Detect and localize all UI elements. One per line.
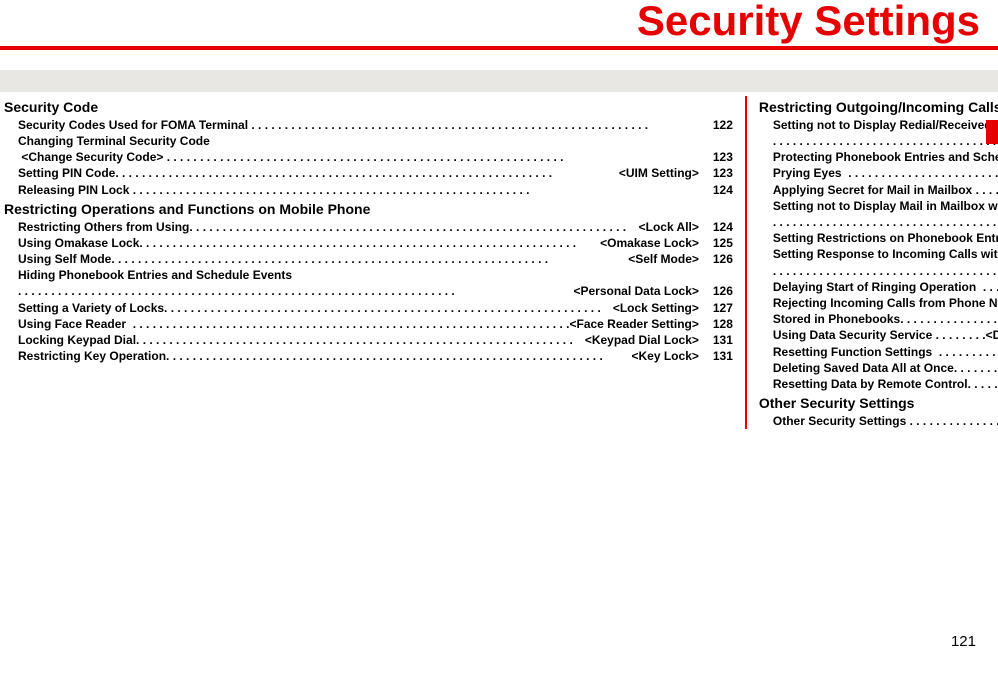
toc-entry-text: . . . . . . . . . . . . . . . . . . . . … bbox=[773, 214, 998, 230]
toc-columns: Security CodeSecurity Codes Used for FOM… bbox=[0, 96, 998, 429]
side-tab bbox=[986, 120, 998, 144]
toc-entry-text: Protecting Phonebook Entries and Schedul… bbox=[773, 149, 998, 165]
toc-entry: Delaying Start of Ringing Operation . . … bbox=[773, 279, 998, 295]
chapter-title: Security Settings bbox=[0, 0, 998, 42]
toc-entry-text: Other Security Settings bbox=[773, 413, 998, 429]
toc-entry: Applying Secret for Mail in Mailbox . . … bbox=[773, 182, 998, 198]
toc-entry-text: Security Codes Used for FOMA Terminal bbox=[18, 117, 699, 133]
toc-entry: Locking Keypad Dial . . . . . . . . . . … bbox=[18, 332, 733, 348]
toc-entry: <Change Security Code>123 bbox=[18, 149, 733, 165]
toc-entry-text: Hiding Phonebook Entries and Schedule Ev… bbox=[18, 267, 699, 283]
toc-entry: Security Codes Used for FOMA Terminal 12… bbox=[18, 117, 733, 133]
toc-entry: Setting Restrictions on Phonebook Entrie… bbox=[773, 230, 998, 246]
toc-entry-text: Using Self Mode . . . . . . . . . . . . … bbox=[18, 251, 699, 267]
toc-entry-text: Locking Keypad Dial . . . . . . . . . . … bbox=[18, 332, 699, 348]
toc-entry-text: Stored in Phonebooks . . . . . . . . . .… bbox=[773, 311, 998, 327]
toc-entry: Prying Eyes . . . . . . . . . . . . . . … bbox=[773, 165, 998, 181]
toc-entry-text: . . . . . . . . . . . . . . . . . . . . … bbox=[773, 263, 998, 279]
toc-entry-page: 124 bbox=[699, 182, 733, 198]
toc-entry-page: 123 bbox=[699, 165, 733, 181]
toc-entry-page: 124 bbox=[699, 219, 733, 235]
toc-entry-text: Setting not to Display Mail in Mailbox w… bbox=[773, 198, 998, 214]
toc-entry: Rejecting Incoming Calls from Phone Numb… bbox=[773, 295, 998, 311]
toc-entry-text: Resetting Function Settings . . . . . . … bbox=[773, 344, 998, 360]
toc-entry-text: <Change Security Code> bbox=[18, 149, 699, 165]
toc-entry: Setting a Variety of Locks . . . . . . .… bbox=[18, 300, 733, 316]
section-heading: Restricting Outgoing/Incoming Calls or M… bbox=[759, 98, 998, 117]
gray-band bbox=[0, 70, 998, 92]
toc-entry: Using Data Security Service . . . . . . … bbox=[773, 327, 998, 343]
toc-entry-text: Using Omakase Lock . . . . . . . . . . .… bbox=[18, 235, 699, 251]
toc-entry-text: Resetting Data by Remote Control . . . .… bbox=[773, 376, 998, 392]
toc-entry-text: Deleting Saved Data All at Once . . . . … bbox=[773, 360, 998, 376]
title-rule bbox=[0, 46, 998, 50]
toc-entry-text: Setting Response to Incoming Calls witho… bbox=[773, 246, 998, 262]
toc-entry: . . . . . . . . . . . . . . . . . . . . … bbox=[773, 263, 998, 279]
toc-entry: . . . . . . . . . . . . . . . . . . . . … bbox=[18, 283, 733, 299]
toc-entry-text: Changing Terminal Security Code bbox=[18, 133, 699, 149]
toc-entry: Restricting Key Operation . . . . . . . … bbox=[18, 348, 733, 364]
toc-entry: Setting PIN Code . . . . . . . . . . . .… bbox=[18, 165, 733, 181]
toc-entry: Using Omakase Lock . . . . . . . . . . .… bbox=[18, 235, 733, 251]
toc-entry-page: 126 bbox=[699, 251, 733, 267]
toc-entry: Protecting Phonebook Entries and Schedul… bbox=[773, 149, 998, 165]
toc-entry-page: 123 bbox=[699, 149, 733, 165]
toc-entry-page: 125 bbox=[699, 235, 733, 251]
toc-entry: Other Security Settings140 bbox=[773, 413, 998, 429]
toc-entry-text: Setting PIN Code . . . . . . . . . . . .… bbox=[18, 165, 699, 181]
toc-entry: Stored in Phonebooks . . . . . . . . . .… bbox=[773, 311, 998, 327]
toc-left-column: Security CodeSecurity Codes Used for FOM… bbox=[4, 96, 745, 429]
section-heading: Restricting Operations and Functions on … bbox=[4, 200, 733, 219]
chapter-title-block: Security Settings bbox=[0, 0, 998, 54]
toc-entry-text: Restricting Others from Using . . . . . … bbox=[18, 219, 699, 235]
toc-entry: . . . . . . . . . . . . . . . . . . . . … bbox=[773, 133, 998, 149]
toc-entry: Using Face Reader . . . . . . . . . . . … bbox=[18, 316, 733, 332]
toc-entry-text: Rejecting Incoming Calls from Phone Numb… bbox=[773, 295, 998, 311]
toc-entry-page: 128 bbox=[699, 316, 733, 332]
toc-entry-text: Delaying Start of Ringing Operation . . … bbox=[773, 279, 998, 295]
page-number: 121 bbox=[951, 633, 976, 650]
toc-entry-text: Releasing PIN Lock bbox=[18, 182, 699, 198]
toc-entry-page bbox=[699, 267, 733, 283]
toc-entry: Setting Response to Incoming Calls witho… bbox=[773, 246, 998, 262]
toc-entry-text: . . . . . . . . . . . . . . . . . . . . … bbox=[18, 283, 699, 299]
toc-entry-text: Restricting Key Operation . . . . . . . … bbox=[18, 348, 699, 364]
toc-entry-text: Prying Eyes . . . . . . . . . . . . . . … bbox=[773, 165, 998, 181]
toc-entry-page: 126 bbox=[699, 283, 733, 299]
section-heading: Other Security Settings bbox=[759, 394, 998, 413]
section-heading: Security Code bbox=[4, 98, 733, 117]
toc-entry-text: Using Data Security Service . . . . . . … bbox=[773, 327, 998, 343]
toc-entry-text: Applying Secret for Mail in Mailbox . . … bbox=[773, 182, 998, 198]
toc-entry: Deleting Saved Data All at Once . . . . … bbox=[773, 360, 998, 376]
toc-entry-text: Setting not to Display Redial/Received C… bbox=[773, 117, 998, 133]
toc-entry: Restricting Others from Using . . . . . … bbox=[18, 219, 733, 235]
toc-entry: Setting not to Display Redial/Received C… bbox=[773, 117, 998, 133]
toc-entry-page: 131 bbox=[699, 332, 733, 348]
toc-entry: Changing Terminal Security Code bbox=[18, 133, 733, 149]
toc-entry-page: 131 bbox=[699, 348, 733, 364]
toc-entry: Using Self Mode . . . . . . . . . . . . … bbox=[18, 251, 733, 267]
toc-entry: . . . . . . . . . . . . . . . . . . . . … bbox=[773, 214, 998, 230]
toc-right-column: Restricting Outgoing/Incoming Calls or M… bbox=[745, 96, 998, 429]
toc-entry-text: . . . . . . . . . . . . . . . . . . . . … bbox=[773, 133, 998, 149]
toc-entry: Setting not to Display Mail in Mailbox w… bbox=[773, 198, 998, 214]
toc-entry-text: Setting Restrictions on Phonebook Entrie… bbox=[773, 230, 998, 246]
toc-entry-page bbox=[699, 133, 733, 149]
toc-entry: Hiding Phonebook Entries and Schedule Ev… bbox=[18, 267, 733, 283]
toc-entry-text: Using Face Reader . . . . . . . . . . . … bbox=[18, 316, 699, 332]
toc-entry-page: 122 bbox=[699, 117, 733, 133]
toc-entry: Resetting Function Settings . . . . . . … bbox=[773, 344, 998, 360]
toc-entry-text: Setting a Variety of Locks . . . . . . .… bbox=[18, 300, 699, 316]
toc-entry-page: 127 bbox=[699, 300, 733, 316]
toc-entry: Releasing PIN Lock 124 bbox=[18, 182, 733, 198]
toc-entry: Resetting Data by Remote Control . . . .… bbox=[773, 376, 998, 392]
